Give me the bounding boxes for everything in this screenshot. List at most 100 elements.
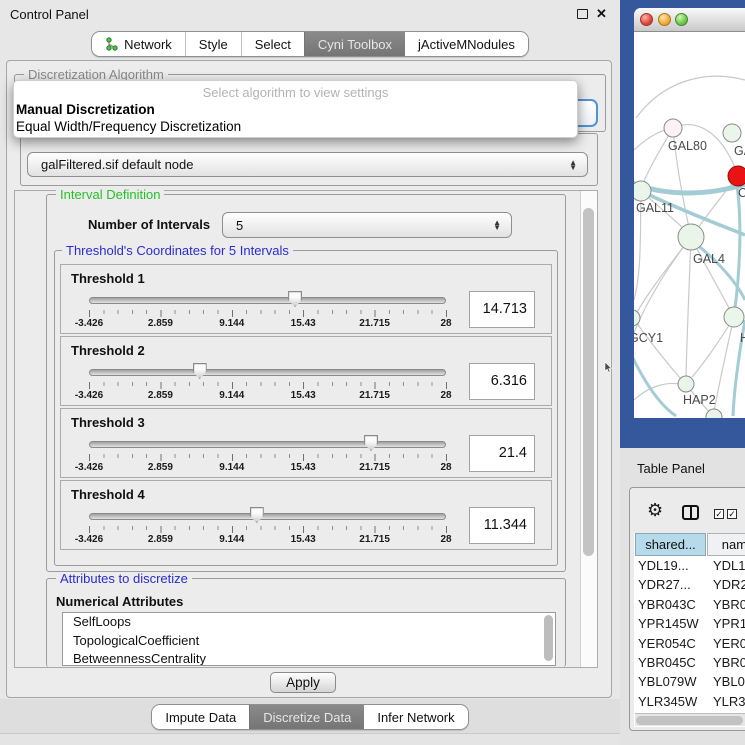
horizontal-scrollbar-thumb[interactable]	[636, 716, 743, 725]
tab-label: Cyni Toolbox	[318, 37, 392, 52]
network-node-h[interactable]	[724, 307, 744, 327]
tab-select[interactable]: Select	[241, 32, 304, 56]
table-row[interactable]: YDR27...YDR2	[635, 575, 745, 594]
network-node-label: GAL11	[636, 201, 674, 215]
tab-network[interactable]: Network	[92, 32, 185, 56]
cell-shared-name: YDR27...	[638, 575, 691, 594]
network-node-ga[interactable]	[723, 124, 741, 142]
table-panel: Table Panel ⚙ ✓ ✓ shared... name YDL19..…	[620, 448, 745, 745]
combo-spinner-icon: ▲▼	[493, 220, 501, 230]
network-window-frame: GAL80GACGAL11GAL4GCY1HHAP2	[620, 0, 745, 448]
slider-track[interactable]	[89, 441, 446, 448]
apply-button[interactable]: Apply	[270, 672, 336, 693]
network-node-label: H	[740, 331, 745, 345]
checkbox-icon[interactable]: ✓	[714, 509, 724, 519]
close-icon[interactable]: ✕	[596, 6, 607, 22]
slider-track[interactable]	[89, 297, 446, 304]
close-traffic-light-icon[interactable]	[640, 13, 653, 26]
network-node-hap2[interactable]	[678, 376, 694, 392]
cell-name: YBR0	[713, 653, 745, 672]
slider-major-ticks	[89, 526, 448, 533]
network-window: GAL80GACGAL11GAL4GCY1HHAP2	[634, 8, 745, 418]
tab-style[interactable]: Style	[185, 32, 241, 56]
vertical-scrollbar-thumb[interactable]	[583, 208, 594, 556]
cell-shared-name: YPR145W	[638, 614, 699, 633]
attribute-item[interactable]: SelfLoops	[63, 613, 555, 632]
bottom-tab-discretize-data[interactable]: Discretize Data	[249, 705, 364, 729]
cell-name: YLR3	[713, 692, 745, 711]
slider-tick-labels: -3.426 2.859 9.144 15.43 21.715 28	[89, 318, 446, 330]
zoom-traffic-light-icon[interactable]	[675, 13, 688, 26]
network-node-label: GA	[734, 144, 745, 158]
network-node-c[interactable]	[728, 166, 745, 186]
threshold-value-field[interactable]: 6.316	[469, 363, 535, 400]
threshold-value-field[interactable]: 14.713	[469, 291, 535, 328]
slider-track[interactable]	[89, 513, 446, 520]
slider-track[interactable]	[89, 369, 446, 376]
cell-name: YDL1	[713, 556, 745, 575]
list-scrollbar-thumb[interactable]	[544, 615, 553, 661]
table-row[interactable]: YBR045CYBR0	[635, 653, 745, 672]
threshold-label: Threshold 2	[71, 343, 145, 358]
network-window-titlebar[interactable]	[634, 8, 745, 32]
dropdown-option-manual-discretization[interactable]: Manual Discretization	[16, 102, 155, 117]
checkbox-icon[interactable]: ✓	[727, 509, 737, 519]
slider-handle[interactable]	[364, 435, 378, 451]
threshold-label: Threshold 4	[71, 487, 145, 502]
attribute-item[interactable]: BetweennessCentrality	[63, 650, 555, 666]
threshold-value-field[interactable]: 21.4	[469, 435, 535, 472]
horizontal-scrollbar-track[interactable]	[635, 713, 745, 726]
split-columns-icon[interactable]	[682, 505, 699, 520]
slider-handle[interactable]	[288, 291, 302, 307]
table-row[interactable]: YPR145WYPR1	[635, 614, 745, 633]
slider-handle[interactable]	[250, 507, 264, 523]
table-row[interactable]: YIL052CYIL0	[635, 711, 745, 712]
number-of-intervals-combobox[interactable]: 5 ▲▼	[222, 212, 512, 238]
threshold-label: Threshold 3	[71, 415, 145, 430]
column-header-shared-name[interactable]: shared...	[635, 533, 706, 556]
slider-tick-labels: -3.426 2.859 9.144 15.43 21.715 28	[89, 462, 446, 474]
bottom-tab-infer-network[interactable]: Infer Network	[364, 705, 467, 729]
network-node-label: GCY1	[634, 331, 663, 345]
network-node-label: GAL80	[668, 139, 707, 153]
table-data-combobox[interactable]: galFiltered.sif default node ▲▼	[27, 152, 588, 177]
number-of-intervals-label: Number of Intervals	[88, 217, 210, 232]
table-row[interactable]: YLR345W YLR3	[635, 692, 745, 711]
network-canvas[interactable]: GAL80GACGAL11GAL4GCY1HHAP2	[634, 32, 745, 418]
tab-jactivemnodules[interactable]: jActiveMNodules	[405, 32, 528, 56]
network-node-gal80[interactable]	[664, 119, 682, 137]
minimize-traffic-light-icon[interactable]	[658, 13, 671, 26]
combo-spinner-icon: ▲▼	[569, 160, 577, 170]
status-strip	[0, 733, 620, 745]
bottom-tab-impute-data[interactable]: Impute Data	[152, 705, 249, 729]
tab-label: Infer Network	[377, 710, 454, 725]
gear-icon[interactable]: ⚙	[647, 500, 663, 521]
float-window-icon[interactable]	[577, 9, 588, 19]
threshold-coords-label: Threshold's Coordinates for 5 Intervals	[62, 244, 293, 258]
cell-name: YER0	[713, 634, 745, 653]
table-row[interactable]: YER054CYER0	[635, 634, 745, 653]
network-node-gcy1[interactable]	[634, 310, 640, 326]
table-row[interactable]: YDL19...YDL1	[635, 556, 745, 575]
network-node-gal11[interactable]	[634, 181, 651, 201]
tab-label: jActiveMNodules	[418, 37, 515, 52]
tab-cyni-toolbox[interactable]: Cyni Toolbox	[304, 32, 405, 56]
dropdown-option-equal-width-frequency[interactable]: Equal Width/Frequency Discretization	[16, 119, 241, 134]
network-node-gal4[interactable]	[678, 224, 704, 250]
cell-shared-name: YBR043C	[638, 595, 696, 614]
tab-label: Select	[255, 37, 291, 52]
threshold-value-field[interactable]: 11.344	[469, 507, 535, 544]
table-panel-title: Table Panel	[637, 461, 705, 476]
network-node-label: GAL4	[693, 252, 725, 266]
table-row[interactable]: YBR043CYBR0	[635, 595, 745, 614]
column-header-name[interactable]: name	[707, 533, 745, 556]
attribute-item[interactable]: TopologicalCoefficient	[63, 632, 555, 651]
threshold-panel: Threshold 3 -3.426 2.859 9.144 15.43 21.…	[60, 408, 552, 478]
node-table: shared... name YDL19...YDL1YDR27...YDR2Y…	[634, 533, 745, 727]
threshold-panel: Threshold 2 -3.426 2.859 9.144 15.43 21.…	[60, 336, 552, 406]
slider-handle[interactable]	[193, 363, 207, 379]
threshold-panel: Threshold 1 -3.426 2.859 9.144 15.43 21.…	[60, 264, 552, 334]
slider-tick-labels: -3.426 2.859 9.144 15.43 21.715 28	[89, 390, 446, 402]
table-row[interactable]: YBL079WYBL0	[635, 672, 745, 691]
cell-shared-name: YLR345W	[638, 692, 697, 711]
